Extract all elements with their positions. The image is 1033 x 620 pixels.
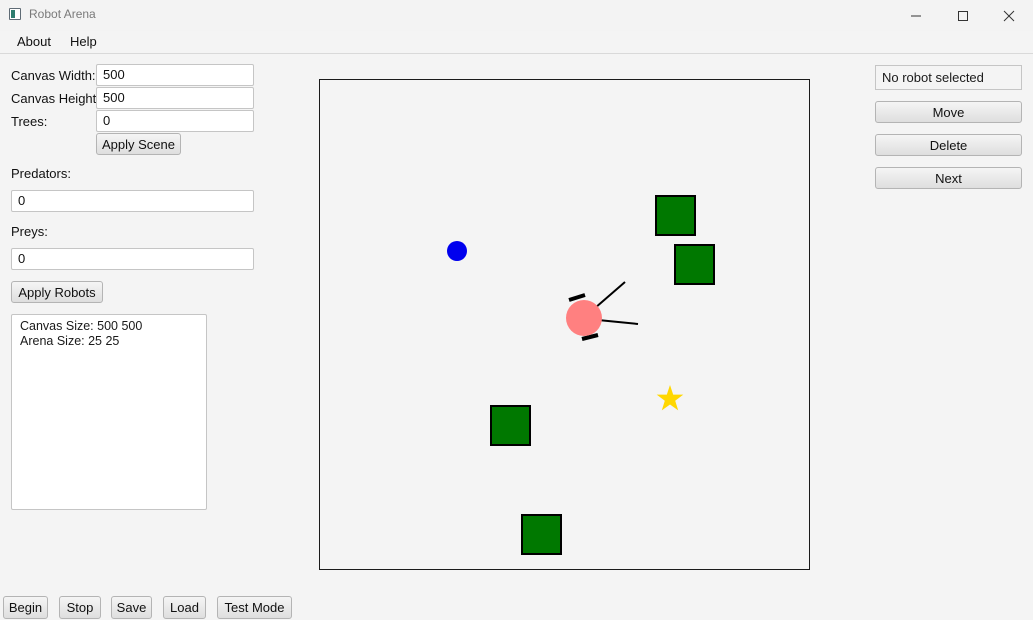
close-icon[interactable] — [986, 0, 1032, 31]
window-title: Robot Arena — [29, 7, 96, 21]
trees-field[interactable]: 0 — [96, 110, 254, 132]
obstacle — [674, 244, 715, 285]
next-button[interactable]: Next — [875, 167, 1022, 189]
test-mode-button[interactable]: Test Mode — [217, 596, 292, 619]
trees-label: Trees: — [11, 114, 48, 129]
arena-canvas[interactable] — [319, 79, 810, 570]
menu-about[interactable]: About — [17, 34, 51, 49]
info-line-arena-size: Arena Size: 25 25 — [20, 334, 120, 348]
canvas-width-field[interactable]: 500 — [96, 64, 254, 86]
begin-button[interactable]: Begin — [3, 596, 48, 619]
info-line-canvas-size: Canvas Size: 500 500 — [20, 319, 143, 333]
predators-field[interactable]: 0 — [11, 190, 254, 212]
canvas-height-field[interactable]: 500 — [96, 87, 254, 109]
title-bar — [0, 0, 1033, 31]
menu-help[interactable]: Help — [70, 34, 97, 49]
preys-label: Preys: — [11, 224, 48, 239]
obstacle — [521, 514, 562, 555]
maximize-icon[interactable] — [940, 0, 986, 31]
apply-robots-button[interactable]: Apply Robots — [11, 281, 103, 303]
menu-bar — [0, 31, 1033, 54]
app-icon — [9, 8, 21, 20]
arena-border — [319, 79, 810, 570]
predator-body — [566, 300, 602, 336]
obstacle — [490, 405, 531, 446]
move-button[interactable]: Move — [875, 101, 1022, 123]
obstacle — [655, 195, 696, 236]
preys-field[interactable]: 0 — [11, 248, 254, 270]
minimize-icon[interactable] — [893, 0, 939, 31]
delete-button[interactable]: Delete — [875, 134, 1022, 156]
info-text-area[interactable]: Canvas Size: 500 500 Arena Size: 25 25 — [11, 314, 207, 510]
apply-scene-button[interactable]: Apply Scene — [96, 133, 181, 155]
prey-robot[interactable] — [447, 241, 467, 261]
canvas-height-label: Canvas Height: — [11, 91, 100, 106]
predators-label: Predators: — [11, 166, 71, 181]
selection-status: No robot selected — [875, 65, 1022, 90]
stop-button[interactable]: Stop — [59, 596, 101, 619]
canvas-width-label: Canvas Width: — [11, 68, 96, 83]
save-button[interactable]: Save — [111, 596, 152, 619]
load-button[interactable]: Load — [163, 596, 206, 619]
